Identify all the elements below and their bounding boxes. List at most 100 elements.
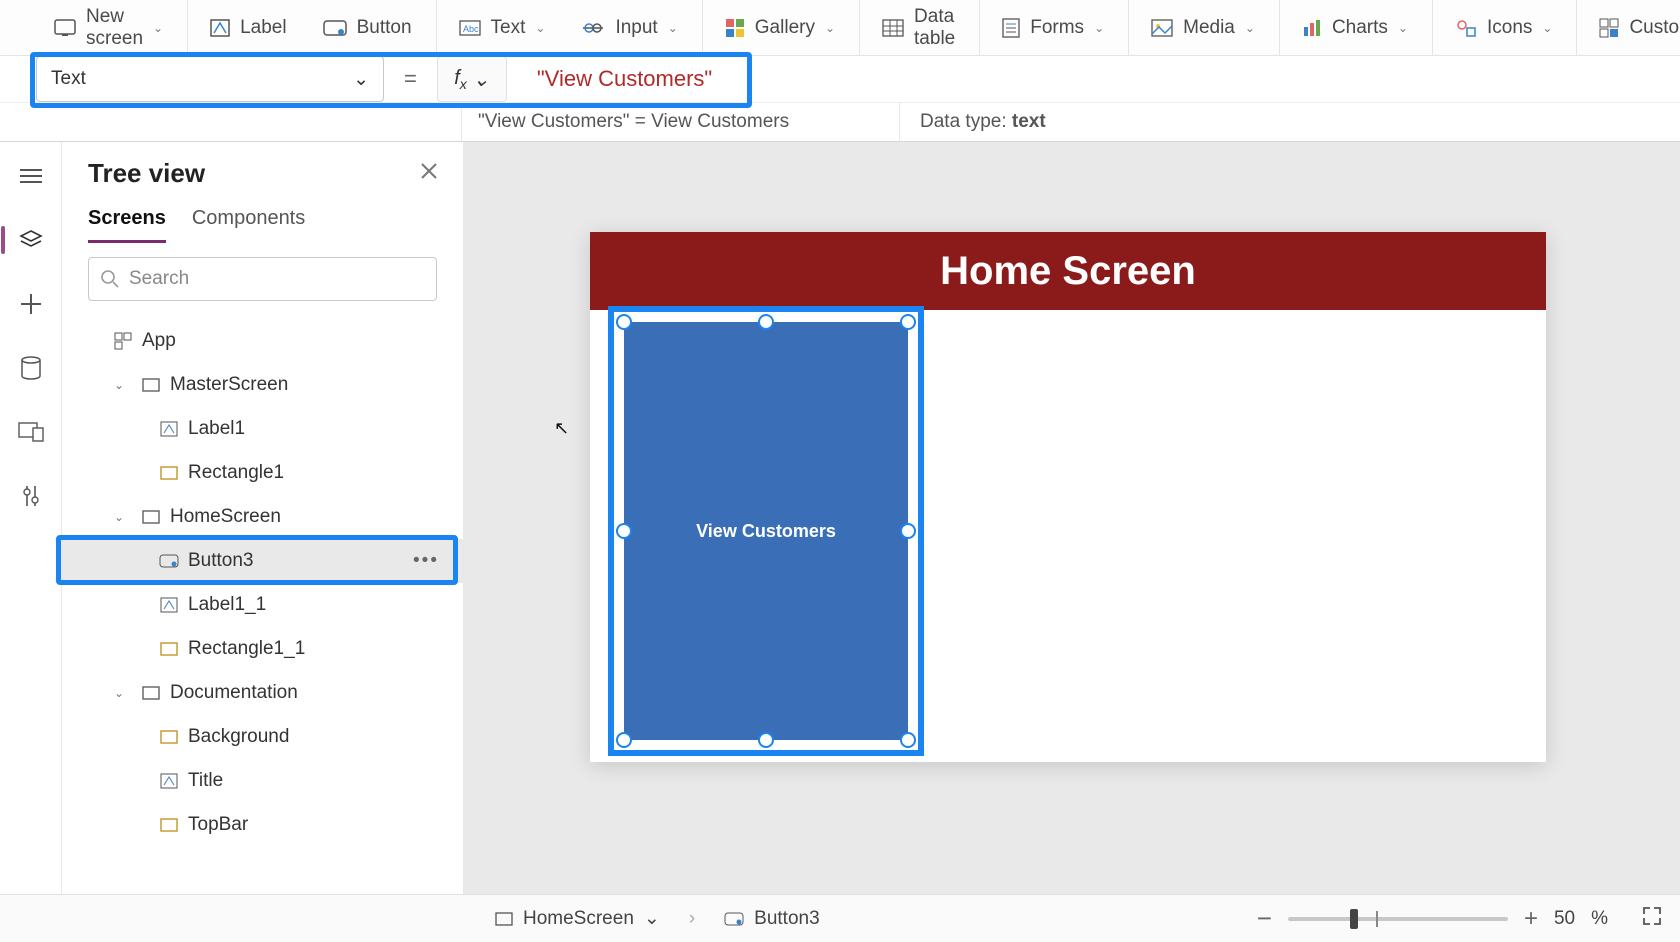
resize-handle[interactable] — [900, 732, 916, 748]
chevron-down-icon: ⌄ — [114, 378, 132, 392]
button3-control[interactable]: View Customers — [624, 322, 908, 740]
rectangle-icon — [158, 642, 180, 656]
gallery-icon — [725, 18, 745, 38]
resize-handle[interactable] — [616, 523, 632, 539]
tree-view-rail-button[interactable] — [1, 220, 61, 260]
expand-icon — [1642, 906, 1662, 926]
chevron-down-icon: ⌄ — [1245, 21, 1255, 35]
search-placeholder: Search — [129, 268, 189, 290]
tree-label: TopBar — [188, 814, 248, 836]
label-icon — [158, 773, 180, 789]
insert-rail-button[interactable] — [1, 284, 61, 324]
tab-screens[interactable]: Screens — [88, 207, 166, 243]
selection-outline[interactable]: View Customers — [608, 306, 924, 756]
breadcrumb-control[interactable]: Button3 — [715, 903, 829, 935]
hamburger-button[interactable] — [1, 156, 61, 196]
icons-menu[interactable]: Icons ⌄ — [1437, 0, 1577, 55]
tree-item-masterscreen[interactable]: ⌄ MasterScreen — [62, 363, 463, 407]
fit-to-screen-button[interactable] — [1642, 906, 1662, 932]
ribbon-forms-label: Forms — [1030, 17, 1084, 39]
screen-icon — [140, 510, 162, 524]
ribbon-text-label: Text — [491, 17, 526, 39]
button-icon — [724, 912, 744, 926]
fx-button[interactable]: fx ⌄ — [437, 56, 507, 102]
tab-components[interactable]: Components — [192, 207, 305, 243]
tree-item-documentation[interactable]: ⌄ Documentation — [62, 671, 463, 715]
tree-item-app[interactable]: App — [62, 319, 463, 363]
layers-icon — [19, 229, 43, 251]
resize-handle[interactable] — [900, 314, 916, 330]
data-rail-button[interactable] — [1, 348, 61, 388]
tree-item-label1-1[interactable]: Label1_1 — [62, 583, 463, 627]
zoom-slider[interactable] — [1288, 917, 1508, 921]
resize-handle[interactable] — [900, 523, 916, 539]
tree-item-homescreen[interactable]: ⌄ HomeScreen — [62, 495, 463, 539]
ribbon-charts-label: Charts — [1332, 17, 1388, 39]
tree-item-background[interactable]: Background — [62, 715, 463, 759]
breadcrumb-screen-label: HomeScreen — [523, 908, 634, 930]
ribbon-button-text: Button — [357, 17, 412, 39]
button-button[interactable]: Button — [305, 0, 437, 55]
tree-search-input[interactable]: Search — [88, 257, 437, 301]
cursor-icon: ↖ — [554, 418, 569, 439]
tree-view-title: Tree view — [88, 158, 205, 189]
zoom-in-button[interactable]: + — [1524, 905, 1538, 933]
tree-item-rectangle1-1[interactable]: Rectangle1_1 — [62, 627, 463, 671]
data-type-label: Data type: — [920, 111, 1012, 132]
screen-icon — [140, 378, 162, 392]
chevron-down-icon: ⌄ — [535, 21, 545, 35]
resize-handle[interactable] — [616, 732, 632, 748]
resize-handle[interactable] — [758, 314, 774, 330]
formula-result-bar: "View Customers" = View Customers Data t… — [0, 102, 1680, 142]
input-icon — [581, 21, 605, 35]
chevron-down-icon: ⌄ — [353, 68, 369, 91]
chevron-down-icon: ⌄ — [114, 686, 132, 700]
formula-input[interactable]: "View Customers" — [519, 56, 730, 102]
text-menu[interactable]: Abc Text ⌄ — [441, 0, 564, 55]
tree-label: Label1_1 — [188, 594, 266, 616]
chevron-down-icon: ⌄ — [1542, 21, 1552, 35]
resize-handle[interactable] — [616, 314, 632, 330]
resize-handle[interactable] — [758, 732, 774, 748]
advanced-rail-button[interactable] — [1, 476, 61, 516]
chevron-down-icon: ⌄ — [114, 510, 132, 524]
data-type-value: text — [1012, 111, 1046, 132]
new-screen-label: New screen — [86, 6, 143, 50]
property-name: Text — [51, 68, 86, 90]
charts-icon — [1302, 19, 1322, 37]
property-selector[interactable]: Text ⌄ — [36, 56, 384, 102]
data-table-button[interactable]: Data table — [864, 0, 980, 55]
tree-item-label1[interactable]: Label1 — [62, 407, 463, 451]
tree-item-title[interactable]: Title — [62, 759, 463, 803]
tree-item-rectangle1[interactable]: Rectangle1 — [62, 451, 463, 495]
breadcrumb-screen[interactable]: HomeScreen ⌄ — [486, 902, 669, 935]
charts-menu[interactable]: Charts ⌄ — [1284, 0, 1433, 55]
tree-label: HomeScreen — [170, 506, 281, 528]
tree-item-topbar[interactable]: TopBar — [62, 803, 463, 847]
more-options-button[interactable]: ••• — [413, 550, 439, 572]
label-button[interactable]: Label — [192, 0, 305, 55]
close-icon — [421, 163, 437, 179]
screen-icon — [54, 19, 76, 37]
rectangle-icon — [158, 818, 180, 832]
icons-icon — [1455, 18, 1477, 38]
input-menu[interactable]: Input ⌄ — [563, 0, 702, 55]
chevron-down-icon: ⌄ — [668, 21, 678, 35]
tree-item-button3[interactable]: Button3 ••• — [62, 539, 463, 583]
zoom-out-button[interactable]: − — [1257, 903, 1272, 934]
home-screen-header: Home Screen — [590, 232, 1546, 310]
media-menu[interactable]: Media ⌄ — [1133, 0, 1280, 55]
canvas[interactable]: ↖ Home Screen View Customers — [464, 142, 1680, 894]
custom-button[interactable]: Custom — [1581, 0, 1680, 55]
tools-icon — [21, 484, 41, 508]
table-icon — [882, 19, 904, 37]
chevron-down-icon: ⌄ — [644, 907, 660, 930]
ribbon-icons-label: Icons — [1487, 17, 1532, 39]
media-rail-button[interactable] — [1, 412, 61, 452]
forms-menu[interactable]: Forms ⌄ — [984, 0, 1129, 55]
text-icon: Abc — [459, 20, 481, 36]
close-panel-button[interactable] — [421, 163, 437, 184]
gallery-menu[interactable]: Gallery ⌄ — [707, 0, 860, 55]
main-area: Tree view Screens Components Search App … — [0, 142, 1680, 894]
new-screen-menu[interactable]: New screen ⌄ — [36, 0, 188, 55]
